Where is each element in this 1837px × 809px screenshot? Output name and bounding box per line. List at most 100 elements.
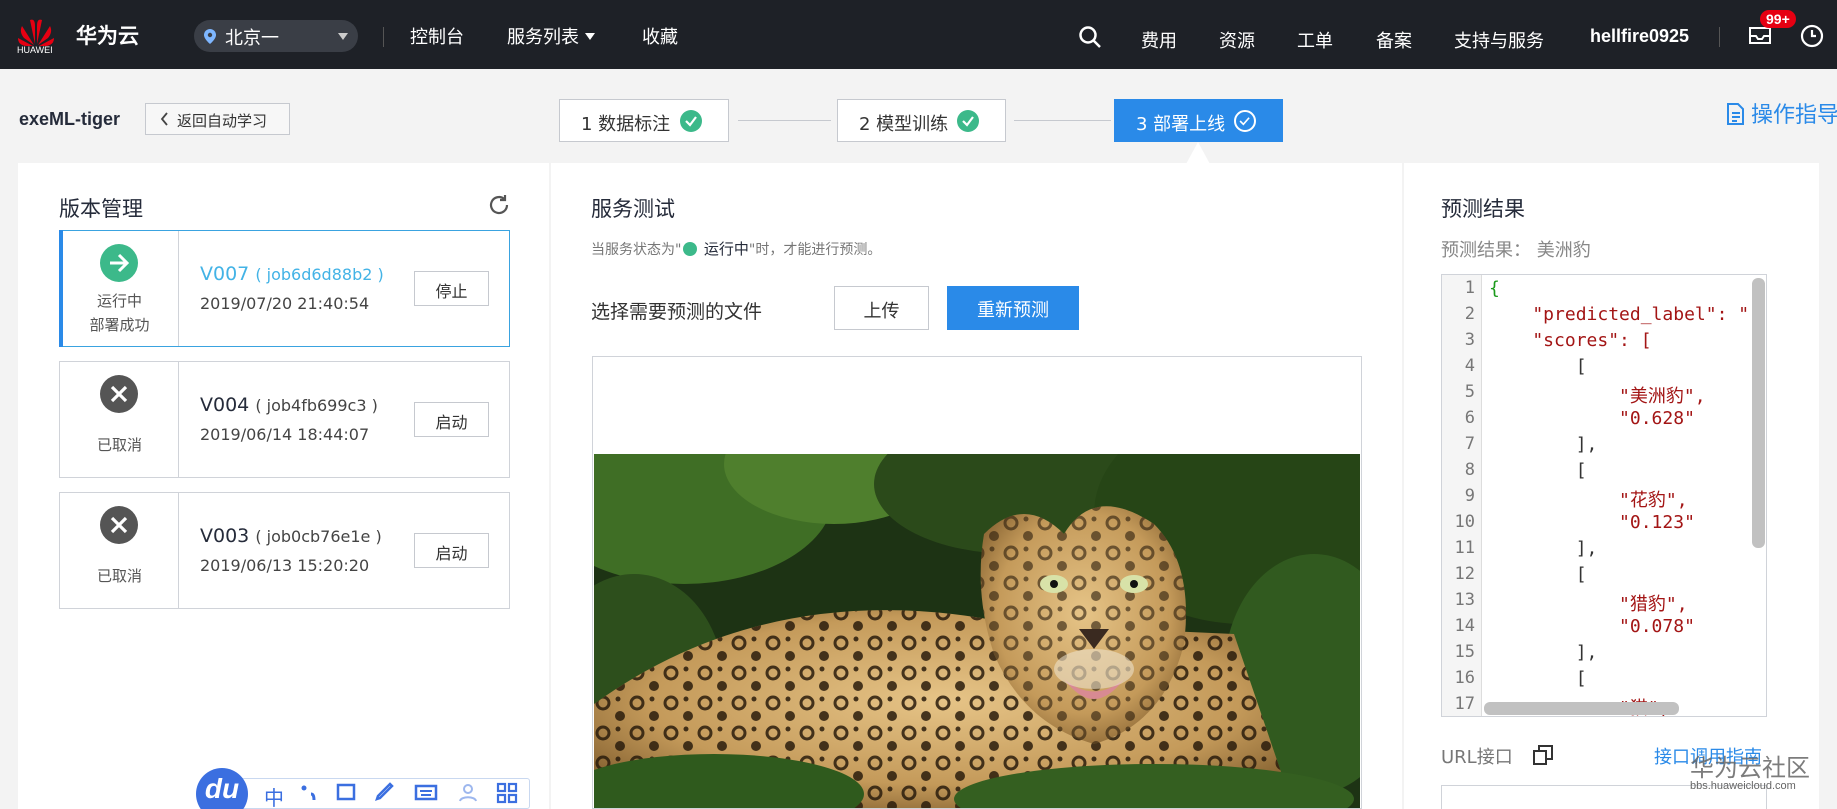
vertical-scrollbar[interactable] bbox=[1752, 278, 1765, 548]
code-line: ], bbox=[1489, 434, 1598, 455]
version-status: 已取消 bbox=[60, 362, 179, 477]
result-value: 美洲豹 bbox=[1536, 240, 1591, 261]
version-card[interactable]: 运行中 部署成功 V007 ( job6d6d88b2 ) 2019/07/20 … bbox=[59, 230, 510, 347]
line-number: 5 bbox=[1464, 382, 1475, 402]
nav-divider bbox=[383, 27, 384, 47]
nav-fees[interactable]: 费用 bbox=[1141, 27, 1177, 53]
screenshot-icon[interactable] bbox=[336, 782, 358, 802]
code-line: ], bbox=[1489, 642, 1598, 663]
arrow-right-circle-icon bbox=[100, 244, 138, 282]
line-number: 7 bbox=[1464, 434, 1475, 454]
horizontal-scrollbar[interactable] bbox=[1484, 702, 1679, 715]
logo-text: HUAWEI bbox=[17, 45, 53, 55]
image-preview bbox=[592, 356, 1362, 809]
code-line: "0.078" bbox=[1489, 616, 1695, 637]
close-circle-icon bbox=[100, 375, 138, 413]
code-line: ], bbox=[1489, 538, 1598, 559]
ime-lang-toggle[interactable]: 中 bbox=[264, 782, 284, 809]
step-deploy[interactable]: 3 部署上线 bbox=[1114, 99, 1283, 142]
version-status: 运行中 部署成功 bbox=[60, 231, 179, 346]
service-hint: 当服务状态为" 运行中"时，才能进行预测。 bbox=[591, 238, 881, 259]
version-card[interactable]: 已取消 V004 ( job4fb699c3 ) 2019/06/14 18:4… bbox=[59, 361, 510, 478]
username[interactable]: hellfire0925 bbox=[1590, 26, 1689, 47]
step-connector bbox=[738, 120, 831, 121]
operation-guide-link[interactable]: 操作指导 bbox=[1726, 97, 1837, 129]
version-card[interactable]: 已取消 V003 ( job0cb76e1e ) 2019/06/13 15:2… bbox=[59, 492, 510, 609]
nav-icp[interactable]: 备案 bbox=[1376, 27, 1412, 53]
code-line: "0.628" bbox=[1489, 408, 1695, 429]
code-line: "花豹", bbox=[1489, 490, 1688, 511]
close-circle-icon bbox=[100, 506, 138, 544]
line-number: 14 bbox=[1454, 616, 1475, 636]
check-circle-icon bbox=[680, 110, 702, 132]
line-number: 9 bbox=[1464, 486, 1475, 506]
line-number: 15 bbox=[1454, 642, 1475, 662]
watermark-url: bbs.huaweicloud.com bbox=[1690, 780, 1796, 792]
version-id: V003 bbox=[200, 525, 250, 547]
back-button-label: 返回自动学习 bbox=[177, 112, 268, 130]
nav-services-label: 服务列表 bbox=[507, 27, 579, 48]
line-number: 2 bbox=[1464, 304, 1475, 324]
nav-resources[interactable]: 资源 bbox=[1219, 27, 1255, 53]
start-button[interactable]: 启动 bbox=[414, 533, 489, 568]
hint-text: "时，才能进行预测。 bbox=[748, 242, 882, 258]
upload-button[interactable]: 上传 bbox=[834, 286, 929, 330]
step-connector bbox=[1014, 120, 1111, 121]
nav-tickets[interactable]: 工单 bbox=[1297, 27, 1333, 53]
line-number: 6 bbox=[1464, 408, 1475, 428]
version-time: 2019/06/13 15:20:20 bbox=[200, 556, 370, 575]
refresh-icon[interactable] bbox=[487, 193, 511, 217]
nav-services[interactable]: 服务列表 bbox=[507, 23, 595, 49]
back-button[interactable]: 返回自动学习 bbox=[145, 103, 290, 135]
line-number: 1 bbox=[1464, 278, 1475, 298]
check-circle-icon bbox=[957, 110, 979, 132]
version-time: 2019/07/20 21:40:54 bbox=[200, 294, 370, 313]
baidu-ime-logo[interactable]: du bbox=[196, 768, 248, 809]
job-id: ( job6d6d88b2 ) bbox=[255, 265, 384, 284]
watermark: 华为云社区 bbox=[1690, 754, 1810, 782]
location-pin-icon bbox=[204, 29, 216, 44]
code-line: "predicted_label": " bbox=[1489, 304, 1750, 325]
json-result-viewer[interactable]: 1 {2 "predicted_label": " 3 "scores": [4 [… bbox=[1441, 274, 1767, 717]
repredict-button[interactable]: 重新预测 bbox=[947, 286, 1079, 330]
grid-icon[interactable] bbox=[496, 782, 518, 804]
version-name: V003 ( job0cb76e1e ) bbox=[200, 525, 382, 547]
line-number: 12 bbox=[1454, 564, 1475, 584]
prediction-summary: 预测结果： 美洲豹 bbox=[1441, 236, 1591, 262]
jaguar-image bbox=[594, 454, 1360, 808]
nav-support[interactable]: 支持与服务 bbox=[1454, 27, 1544, 53]
check-circle-icon bbox=[683, 242, 698, 256]
line-number: 13 bbox=[1454, 590, 1475, 610]
guide-label: 操作指导 bbox=[1751, 103, 1837, 128]
step-model-training[interactable]: 2 模型训练 bbox=[837, 99, 1006, 142]
code-line: { bbox=[1489, 278, 1500, 299]
copy-icon[interactable] bbox=[1532, 744, 1554, 766]
pen-icon[interactable] bbox=[374, 782, 396, 802]
region-selector[interactable]: 北京一 bbox=[194, 20, 358, 52]
punctuation-icon[interactable] bbox=[300, 782, 320, 802]
choose-file-label: 选择需要预测的文件 bbox=[591, 301, 763, 323]
clock-icon[interactable] bbox=[1800, 24, 1824, 48]
hint-status: 运行中 bbox=[703, 240, 749, 258]
nav-console[interactable]: 控制台 bbox=[410, 23, 464, 49]
result-prefix: 预测结果： bbox=[1441, 240, 1531, 261]
url-label: URL接口 bbox=[1441, 747, 1513, 768]
start-button[interactable]: 启动 bbox=[414, 402, 489, 437]
line-number: 17 bbox=[1454, 694, 1475, 714]
line-number: 11 bbox=[1454, 538, 1475, 558]
user-icon[interactable] bbox=[458, 782, 478, 802]
code-line: "美洲豹", bbox=[1489, 386, 1706, 407]
chevron-down-icon bbox=[585, 33, 595, 40]
keyboard-icon[interactable] bbox=[414, 782, 438, 802]
step-data-labeling[interactable]: 1 数据标注 bbox=[559, 99, 729, 142]
version-name: V007 ( job6d6d88b2 ) bbox=[200, 263, 384, 285]
brand-name[interactable]: 华为云 bbox=[76, 20, 139, 50]
code-line: [ bbox=[1489, 460, 1587, 481]
search-icon[interactable] bbox=[1078, 25, 1102, 49]
line-number: 8 bbox=[1464, 460, 1475, 480]
nav-favorites[interactable]: 收藏 bbox=[642, 23, 678, 49]
job-id: ( job0cb76e1e ) bbox=[255, 527, 382, 546]
version-panel-title: 版本管理 bbox=[59, 197, 143, 221]
hint-text: 当服务状态为" bbox=[591, 242, 682, 258]
stop-button[interactable]: 停止 bbox=[414, 271, 489, 306]
